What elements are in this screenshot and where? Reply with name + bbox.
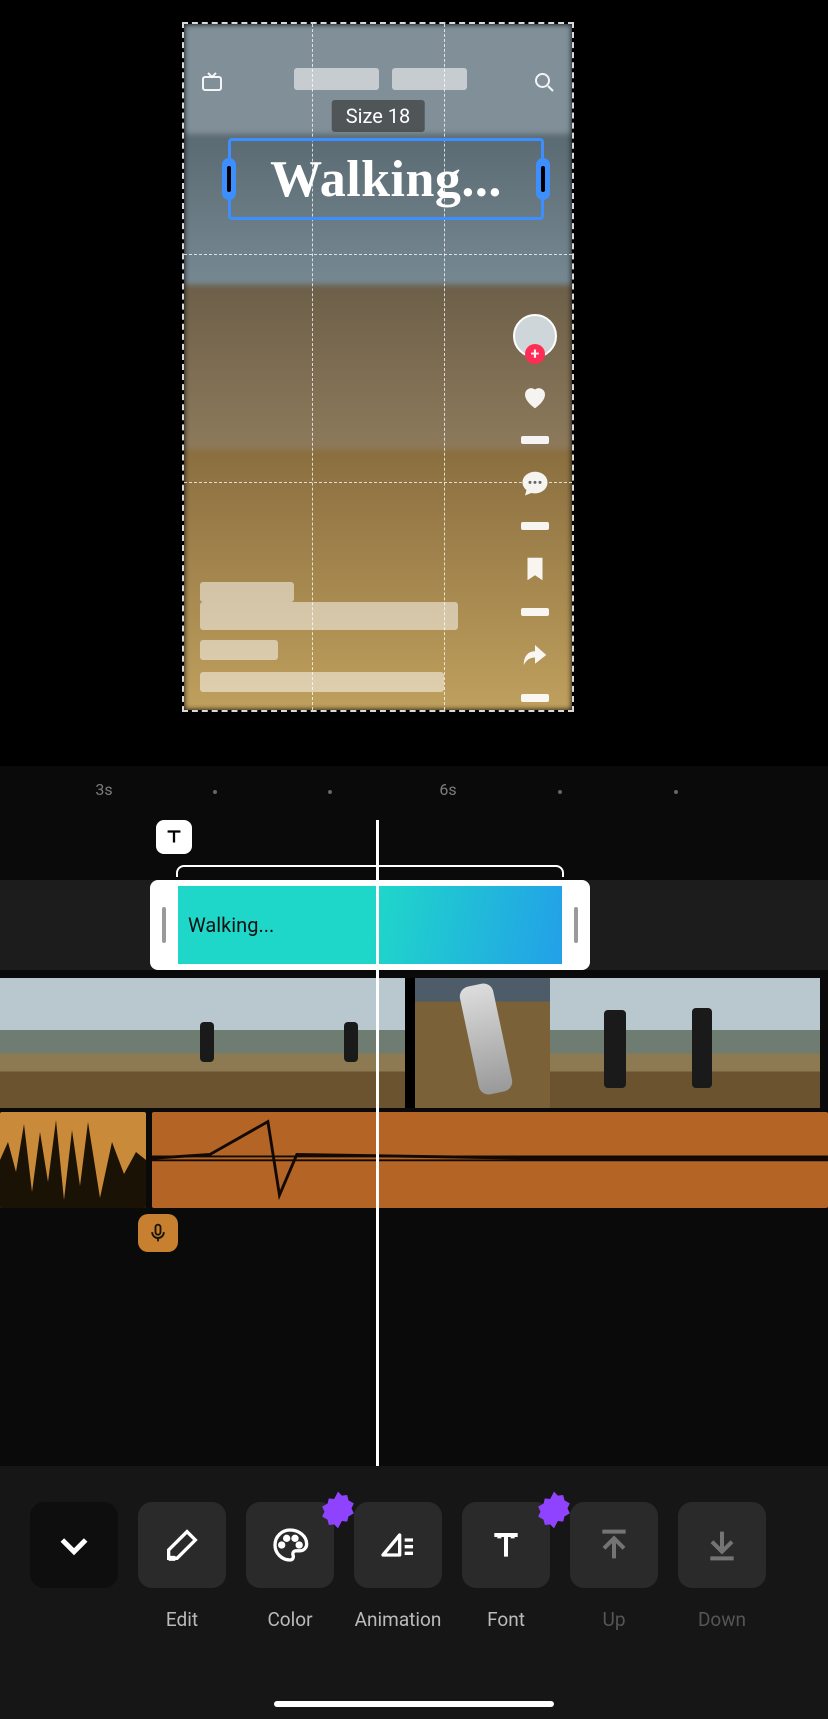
clip-trim-right[interactable] [574,907,578,943]
bookmark-count-placeholder [521,608,549,616]
collapse-button[interactable] [30,1502,118,1588]
clip-link-brace [176,865,564,877]
up-button[interactable] [570,1502,658,1588]
caption-placeholder [200,602,458,630]
side-action-bar: + [512,314,558,712]
edit-label: Edit [138,1608,226,1631]
timeline[interactable]: 3s 6s Walking... [0,766,828,1466]
share-icon[interactable] [519,640,551,670]
video-thumbnail[interactable] [685,978,820,1108]
caption-placeholder [200,582,294,602]
caption-placeholder [200,672,444,692]
time-ruler: 3s 6s [0,780,828,802]
size-badge: Size 18 [332,100,425,132]
video-thumbnail[interactable] [270,978,405,1108]
resize-handle-left[interactable] [222,158,236,200]
playhead[interactable] [376,820,379,1466]
audio-clip[interactable] [152,1112,828,1208]
ruler-tick [328,790,332,794]
ruler-tick [558,790,562,794]
font-label: Font [462,1608,550,1631]
like-count-placeholder [521,436,549,444]
resize-handle-right[interactable] [536,158,550,200]
color-label: Color [246,1608,334,1631]
caption-text: Walking... [270,150,502,209]
share-count-placeholder [521,694,549,702]
video-thumbnail[interactable] [550,978,685,1108]
preview-canvas[interactable]: Size 18 Walking... + [182,22,574,712]
clip-trim-left[interactable] [162,907,166,943]
edit-button[interactable] [138,1502,226,1588]
guide-line [184,254,572,255]
animation-button[interactable] [354,1502,442,1588]
ruler-tick [674,790,678,794]
voiceover-tag-icon[interactable] [138,1214,178,1252]
text-clip[interactable]: Walking... [150,880,590,970]
text-track[interactable]: Walking... [0,880,828,970]
premium-badge-icon [534,1490,556,1512]
search-icon [532,70,556,94]
text-clip-tag-icon[interactable] [156,820,192,854]
text-clip-label: Walking... [188,913,274,937]
follow-plus-icon[interactable]: + [525,344,545,364]
comment-icon[interactable] [519,468,551,498]
animation-label: Animation [354,1608,442,1631]
video-thumbnail[interactable] [0,978,135,1108]
live-tv-icon [200,70,224,94]
premium-badge-icon [318,1490,340,1512]
caption-placeholder [200,640,278,660]
ruler-tick [213,790,217,794]
caption-text-box[interactable]: Walking... [228,138,544,220]
video-thumbnail[interactable] [135,978,270,1108]
audio-clip[interactable] [0,1112,146,1208]
color-button[interactable] [246,1502,334,1588]
tab-placeholder [392,68,467,90]
ruler-mark: 3s [95,780,112,799]
comment-count-placeholder [521,522,549,530]
collapse-label [30,1608,118,1631]
font-button[interactable] [462,1502,550,1588]
home-indicator [274,1701,554,1707]
up-label: Up [570,1608,658,1631]
video-thumbnail[interactable] [415,978,550,1108]
bottom-toolbar: Edit Color Animation Font Up Down [0,1466,828,1719]
heart-icon[interactable] [519,382,551,412]
tab-placeholder [294,68,379,90]
avatar[interactable]: + [513,314,557,358]
ruler-mark: 6s [439,780,456,799]
down-label: Down [678,1608,766,1631]
bookmark-icon[interactable] [520,554,550,584]
down-button[interactable] [678,1502,766,1588]
video-track[interactable] [0,978,828,1108]
audio-track[interactable] [0,1112,828,1208]
